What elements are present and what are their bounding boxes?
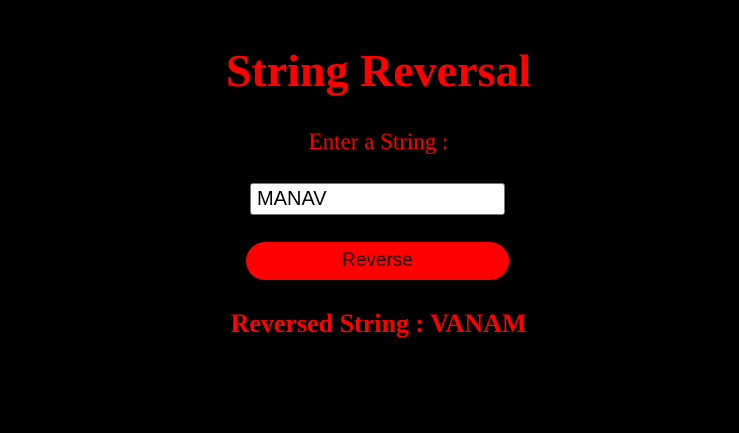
reverse-button[interactable]: Reverse (246, 242, 509, 280)
string-reversal-page: String Reversal Enter a String : Reverse… (0, 0, 739, 433)
reversed-string-result: Reversed String : VANAM (230, 309, 527, 338)
input-prompt-label: Enter a String : (308, 129, 449, 154)
page-title: String Reversal (225, 45, 532, 96)
string-input[interactable] (250, 183, 505, 215)
